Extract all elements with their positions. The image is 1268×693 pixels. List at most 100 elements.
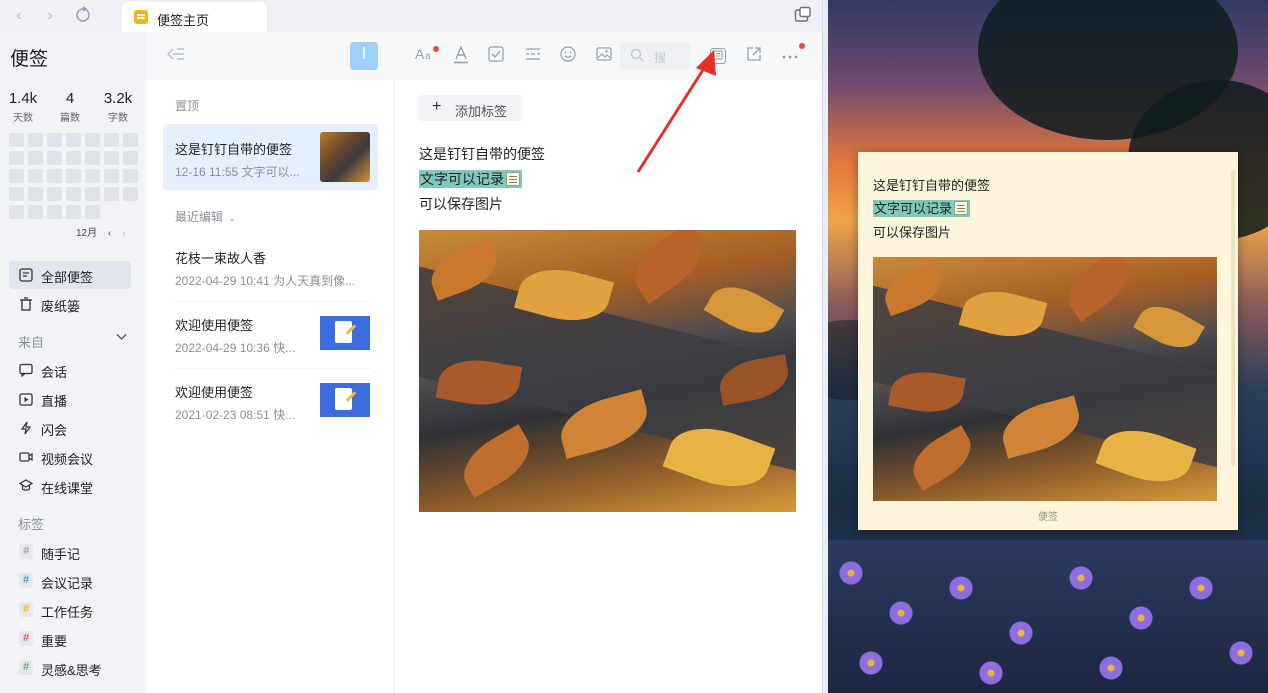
hash-icon: # (19, 631, 33, 646)
sidebar-item-live[interactable]: 直播 (9, 385, 131, 413)
scrollbar[interactable] (1231, 170, 1235, 466)
title-bar: ‹ › 便签主页 (0, 0, 822, 32)
sidebar-title: 便签 (10, 49, 49, 70)
share-icon[interactable] (744, 46, 764, 66)
note-meta: 2021-02-23 08:51 快... (175, 408, 296, 422)
heatmap-cell (9, 169, 24, 183)
desktop-sticky-note[interactable]: 这是钉钉自带的便签 文字可以记录 可以保存图片 便签 (858, 152, 1238, 530)
tab-notes-home[interactable]: 便签主页 (122, 2, 267, 32)
list-item[interactable]: 欢迎使用便签 2022-04-29 10:36 快... (163, 300, 378, 366)
search-input[interactable]: 搜 (620, 42, 690, 70)
sidebar-item-flash-meeting[interactable]: 闪会 (9, 414, 131, 442)
image-icon[interactable] (594, 46, 614, 66)
checkbox-icon[interactable] (486, 46, 506, 66)
list-item[interactable]: 花枝一束故人香 2022-04-29 10:41 为人天真到像... (163, 233, 378, 299)
note-title: 欢迎使用便签 (175, 385, 254, 400)
sidebar-item-label: 视频会议 (41, 452, 94, 467)
pinned-section-label: 置顶 (175, 99, 200, 113)
note-title: 花枝一束故人香 (175, 251, 267, 266)
stat-days-label: 天数 (13, 113, 33, 124)
list-item[interactable]: 欢迎使用便签 2021-02-23 08:51 快... (163, 367, 378, 433)
refresh-icon[interactable] (73, 6, 93, 26)
heatmap-cell (28, 133, 43, 147)
sidebar-item-trash[interactable]: 废纸篓 (9, 290, 131, 318)
highlighted-text: 文字可以记录 (419, 170, 522, 188)
highlighted-text-content: 文字可以记录 (420, 171, 504, 187)
video-icon (19, 450, 33, 464)
chevron-down-icon[interactable] (116, 332, 127, 344)
forward-icon[interactable]: › (40, 6, 60, 26)
sidebar-item-all-notes[interactable]: 全部便签 (9, 261, 131, 289)
add-tag-button[interactable]: + 添加标签 (419, 95, 523, 121)
highlighted-text: 文字可以记录 (873, 200, 971, 217)
heatmap-cell (104, 187, 119, 201)
month-label: 12月 (76, 228, 98, 239)
sidebar-item-online-classroom[interactable]: 在线课堂 (9, 472, 131, 500)
notes-app-icon (134, 10, 148, 24)
sticky-text-line: 这是钉钉自带的便签 (873, 178, 991, 193)
sidebar-item-label: 闪会 (41, 423, 68, 438)
font-color-icon[interactable] (451, 45, 471, 66)
note-meta: 2022-04-29 10:41 为人天真到像... (175, 274, 356, 288)
sticky-footer-label: 便签 (1038, 512, 1058, 523)
note-thumbnail (320, 132, 370, 182)
popout-window-icon[interactable] (794, 6, 812, 24)
heatmap-cell (66, 187, 81, 201)
chevron-right-icon[interactable]: › (122, 228, 125, 239)
sidebar-item-label: 在线课堂 (41, 481, 94, 496)
more-options-icon[interactable] (780, 46, 800, 66)
tags-section-label: 标签 (18, 517, 45, 532)
sidebar-item-label: 废纸篓 (41, 299, 81, 314)
flash-meeting-icon (19, 421, 33, 435)
chevron-left-icon[interactable]: ‹ (108, 228, 111, 239)
tag-item-quick-note[interactable]: # 随手记 (9, 538, 131, 566)
recent-section[interactable]: 最近编辑 ⌄ (175, 208, 236, 225)
heatmap-cell (47, 187, 62, 201)
search-icon (630, 48, 644, 65)
heatmap-cell (85, 187, 100, 201)
stat-days-value: 1.4k (8, 90, 38, 107)
add-tag-label: 添加标签 (455, 104, 508, 119)
sidebar-item-chat[interactable]: 会话 (9, 356, 131, 384)
heatmap-cell (123, 187, 138, 201)
heatmap-cell (47, 169, 62, 183)
emoji-icon[interactable] (558, 46, 578, 66)
note-text-line-highlighted[interactable]: 文字可以记录 (419, 169, 522, 189)
sidebar-item-label: 直播 (41, 394, 68, 409)
heatmap-cell (28, 169, 43, 183)
sticky-text-line-highlighted: 文字可以记录 (873, 198, 971, 217)
tag-item-work-tasks[interactable]: # 工作任务 (9, 596, 131, 624)
heatmap-cell (123, 169, 138, 183)
heatmap-cell (9, 187, 24, 201)
heatmap-cell (85, 205, 100, 219)
back-icon[interactable]: ‹ (9, 6, 29, 26)
search-placeholder: 搜 (654, 51, 667, 65)
sidebar-item-video-meeting[interactable]: 视频会议 (9, 443, 131, 471)
note-image[interactable] (419, 230, 796, 512)
note-text-line[interactable]: 可以保存图片 (419, 194, 503, 214)
stat-days: 1.4k 天数 (1, 90, 45, 124)
note-title: 这是钉钉自带的便签 (175, 142, 293, 157)
chevron-down-icon: ⌄ (228, 213, 236, 223)
divider-icon[interactable] (523, 46, 543, 66)
note-list-item-pinned[interactable]: 这是钉钉自带的便签 12-16 11:55 文字可以... (163, 124, 378, 190)
sidebar-item-label: 会话 (41, 365, 68, 380)
activity-heatmap (9, 133, 138, 219)
stat-words: 3.2k 字数 (96, 90, 140, 124)
paste-to-desktop-icon[interactable] (710, 48, 726, 64)
stat-words-label: 字数 (108, 113, 128, 124)
tag-item-meeting-notes[interactable]: # 会议记录 (9, 567, 131, 595)
plus-icon: + (432, 98, 442, 115)
tag-item-inspiration[interactable]: # 灵感&思考 (9, 654, 131, 682)
chat-icon (19, 363, 33, 378)
editor-toolbar: Aa 搜 (395, 32, 822, 80)
new-note-button[interactable] (350, 42, 378, 70)
tag-label: 重要 (41, 634, 68, 649)
note-text-line[interactable]: 这是钉钉自带的便签 (419, 144, 545, 164)
font-size-icon[interactable]: Aa (415, 46, 435, 66)
note-thumbnail (320, 375, 370, 425)
svg-text:A: A (415, 46, 425, 62)
collapse-sidebar-icon[interactable] (166, 46, 185, 67)
tag-item-important[interactable]: # 重要 (9, 625, 131, 653)
heatmap-cell (85, 169, 100, 183)
